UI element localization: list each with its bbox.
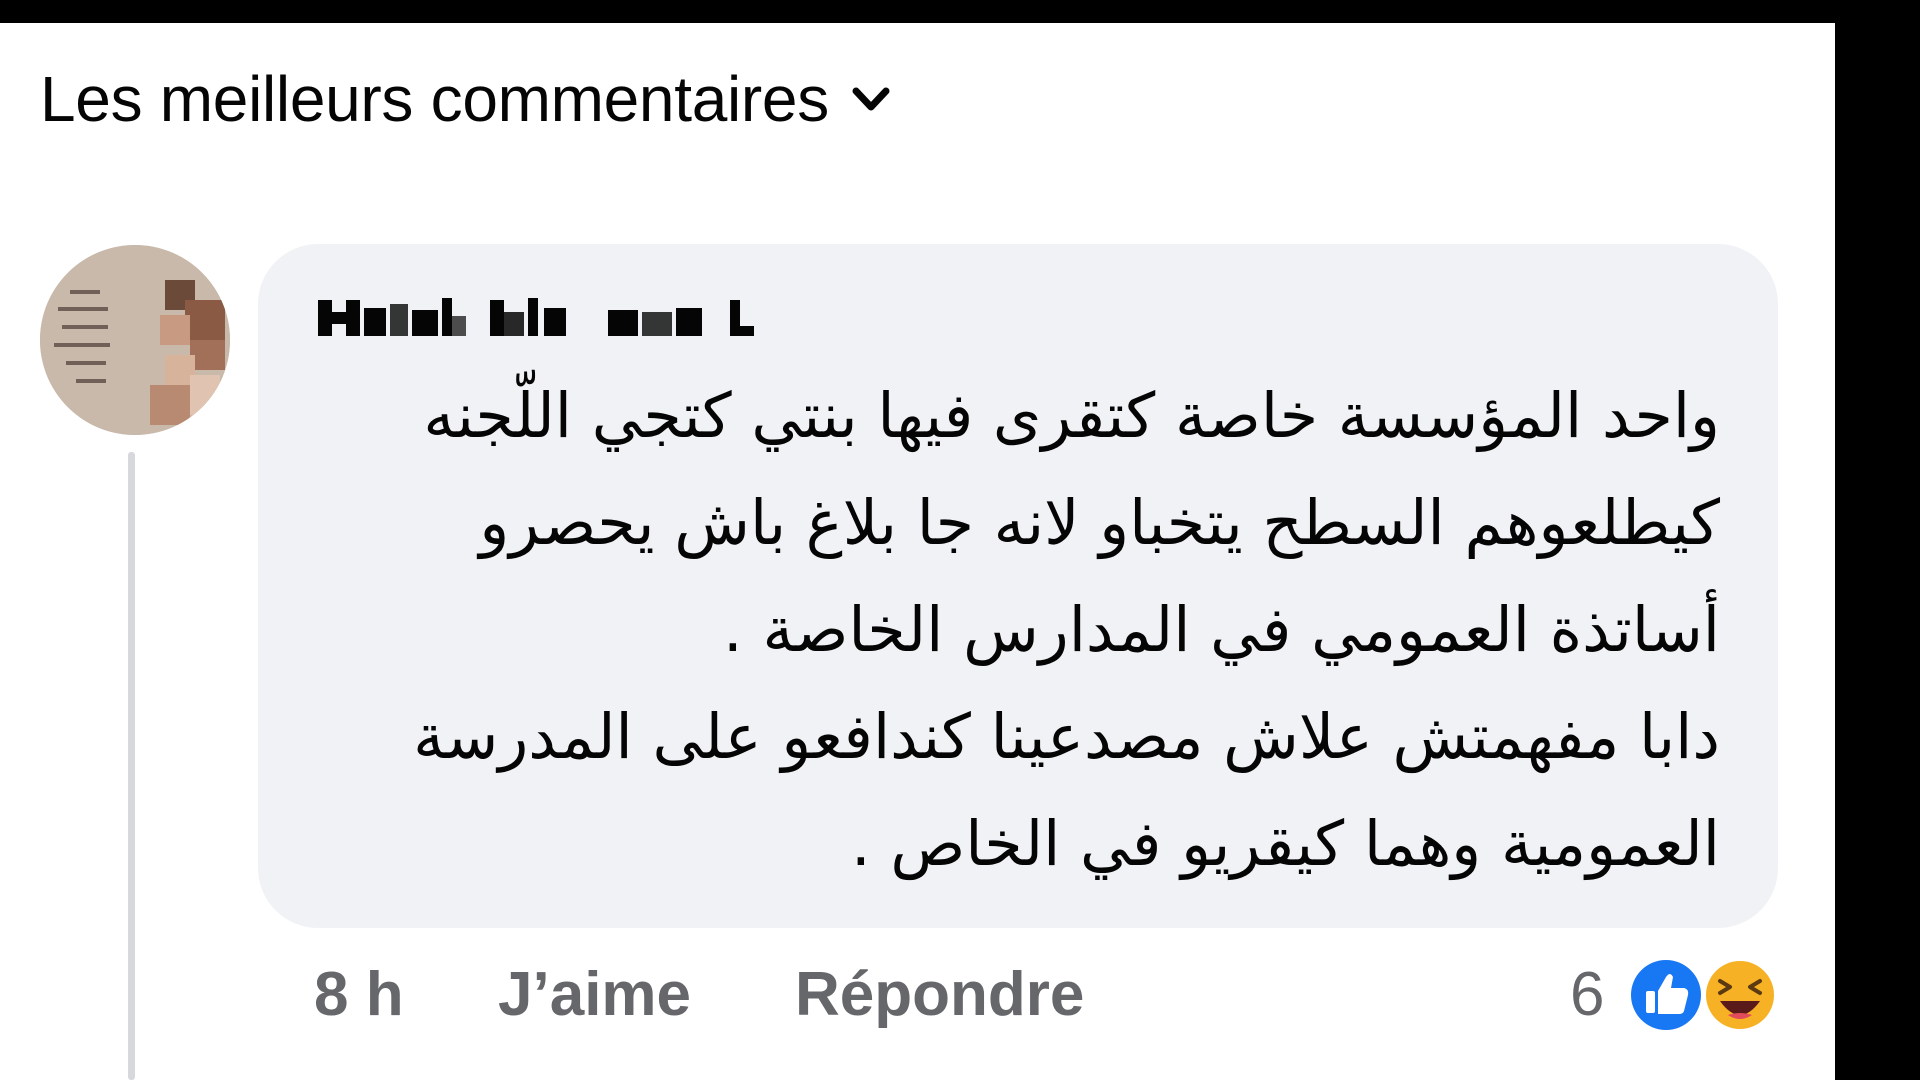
like-reaction-icon [1626, 955, 1706, 1035]
comment-sort-dropdown[interactable]: Les meilleurs commentaires [40, 62, 895, 136]
comment-timestamp[interactable]: 8 h [314, 960, 404, 1030]
avatar[interactable] [40, 245, 230, 435]
comment-line: دابا مفهمتش علاش مصدعينا كندافعو على الم… [413, 700, 1720, 773]
haha-reaction-icon [1702, 957, 1778, 1033]
reply-button[interactable]: Répondre [795, 960, 1084, 1030]
comment-line: كيطلعوهم السطح يتخباو لانه جا بلاغ باش ي… [479, 486, 1720, 559]
comment-line: أساتذة العمومي في المدارس الخاصة . [723, 593, 1720, 666]
author-name-redacted[interactable] [318, 290, 768, 342]
reaction-count[interactable]: 6 [1570, 960, 1604, 1030]
sort-label: Les meilleurs commentaires [40, 63, 829, 135]
avatar-image [40, 245, 230, 435]
reactions-summary[interactable] [1622, 951, 1782, 1039]
comment-line: واحد المؤسسة خاصة كتقرى فيها بنتي كتجي ا… [423, 379, 1720, 452]
like-button[interactable]: J’aime [498, 960, 691, 1030]
comment-line: العمومية وهما كيقريو في الخاص . [850, 807, 1720, 880]
chevron-down-icon [852, 87, 890, 111]
comment-text: واحد المؤسسة خاصة كتقرى فيها بنتي كتجي ا… [300, 362, 1720, 897]
reply-thread-line [128, 452, 135, 1080]
